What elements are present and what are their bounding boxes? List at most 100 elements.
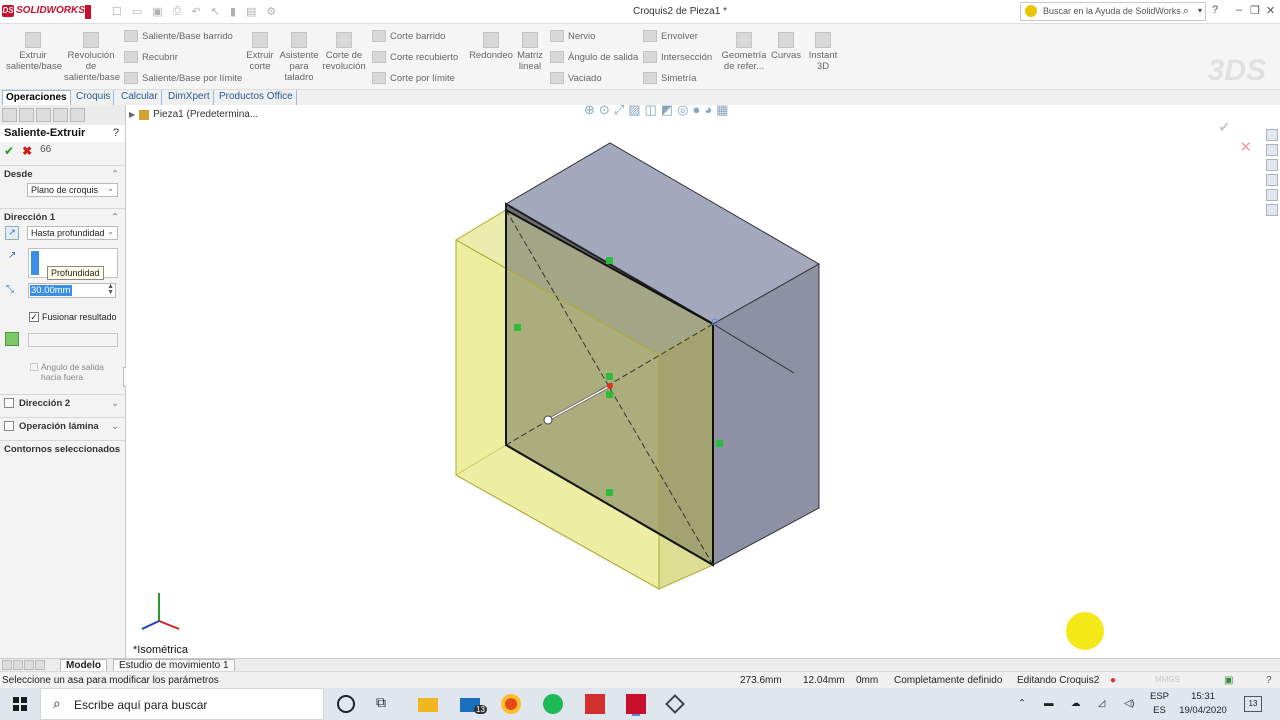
spotify-icon[interactable]: [543, 694, 563, 714]
volume-icon[interactable]: ◁): [1124, 697, 1134, 711]
save-icon[interactable]: ▣: [152, 5, 162, 18]
taskbar-search-box[interactable]: ⌕ Escribe aquí para buscar: [40, 688, 324, 720]
loft-button[interactable]: Recubrir: [124, 51, 178, 63]
boundary-cut-button[interactable]: Corte por límite: [372, 72, 455, 84]
last-tab-icon[interactable]: [35, 660, 45, 670]
thin-feature-checkbox[interactable]: [4, 421, 14, 432]
section-from[interactable]: Desde ⌃: [0, 165, 125, 183]
solidworks-taskbar-icon[interactable]: [626, 694, 646, 714]
tab-operaciones[interactable]: Operaciones: [2, 90, 71, 105]
tab-croquis[interactable]: Croquis: [73, 90, 115, 105]
select-icon[interactable]: ↖: [211, 5, 220, 18]
task-view-icon[interactable]: ⧉: [376, 694, 396, 714]
status-help-icon[interactable]: ?: [1266, 675, 1272, 686]
network-icon[interactable]: ◿: [1098, 697, 1105, 711]
expand-chevron-icon[interactable]: ⌄: [111, 421, 119, 432]
ok-check-icon[interactable]: ✔: [4, 144, 14, 158]
rebuild-indicator-icon[interactable]: ●: [1110, 675, 1116, 686]
tab-dimxpert[interactable]: DimXpert: [165, 90, 214, 105]
from-select[interactable]: Plano de croquis ⌄: [27, 183, 118, 197]
section-direction1[interactable]: Dirección 1 ⌃: [0, 208, 125, 226]
spin-arrows-icon[interactable]: ▲ ▼: [107, 283, 114, 296]
start-button[interactable]: [0, 688, 40, 720]
expand-chevron-icon[interactable]: ⌄: [111, 398, 119, 409]
tab-productos-office[interactable]: Productos Office: [216, 90, 297, 105]
draft-outward-checkbox[interactable]: Ángulo de salida hacia fuera: [30, 362, 104, 382]
curves-button[interactable]: Curvas: [770, 32, 802, 61]
customize-status-icon[interactable]: ▣: [1224, 675, 1233, 686]
section-thin-feature[interactable]: Operación lámina ⌄: [0, 417, 125, 435]
fillet-button[interactable]: Redondeo: [468, 32, 514, 61]
file-properties-icon[interactable]: ▤: [246, 5, 256, 18]
extrude-boss-button[interactable]: Extruir saliente/base: [6, 32, 62, 72]
draft-angle-input[interactable]: [28, 333, 118, 347]
show-hidden-icons-icon[interactable]: ⌃: [1018, 697, 1026, 711]
first-tab-icon[interactable]: [2, 660, 12, 670]
swept-cut-button[interactable]: Corte barrido: [372, 30, 445, 42]
linear-pattern-button[interactable]: Matriz lineal: [516, 32, 544, 72]
clock[interactable]: 15:31 19/04/2020: [1178, 690, 1228, 718]
instant3d-button[interactable]: Instant 3D: [806, 32, 840, 72]
hole-wizard-button[interactable]: Asistente para taladro: [279, 32, 319, 83]
extrude-cut-button[interactable]: Extruir corte: [244, 32, 276, 72]
swept-boss-button[interactable]: Saliente/Base barrido: [124, 30, 233, 42]
section-direction2[interactable]: Dirección 2 ⌄: [0, 394, 125, 412]
configuration-manager-tab-icon[interactable]: [36, 108, 51, 122]
open-icon[interactable]: ▭: [132, 5, 142, 18]
rib-button[interactable]: Nervio: [550, 30, 595, 42]
intersect-button[interactable]: Intersección: [643, 51, 712, 63]
notifications-icon[interactable]: 13: [1244, 696, 1262, 712]
chrome-icon[interactable]: [501, 694, 521, 714]
battery-icon[interactable]: ▬: [1044, 697, 1054, 711]
drag-handle[interactable]: [543, 415, 553, 425]
cortana-icon[interactable]: [337, 695, 355, 713]
help-search-input[interactable]: Buscar en la Ayuda de SolidWorks ⌕ ▾: [1020, 2, 1206, 21]
tab-calcular[interactable]: Calcular: [118, 90, 162, 105]
wrap-button[interactable]: Envolver: [643, 30, 698, 42]
mirror-button[interactable]: Simetría: [643, 72, 696, 84]
display-manager-tab-icon[interactable]: [70, 108, 85, 122]
model-viewport[interactable]: [126, 105, 1280, 658]
menu-expand-arrow[interactable]: [85, 5, 91, 19]
reverse-direction-icon[interactable]: ↗: [5, 226, 19, 240]
help-icon[interactable]: ?: [1212, 4, 1218, 16]
cancel-x-icon[interactable]: ✖: [22, 144, 32, 158]
dimxpert-manager-tab-icon[interactable]: [53, 108, 68, 122]
direction2-checkbox[interactable]: [4, 398, 14, 409]
draft-button[interactable]: Ángulo de salida: [550, 51, 638, 63]
rebuild-icon[interactable]: ▮: [230, 5, 236, 18]
detailed-preview-icon[interactable]: 66: [40, 144, 51, 158]
onedrive-icon[interactable]: ☁: [1071, 697, 1081, 711]
language-indicator[interactable]: ESP ES: [1150, 690, 1169, 718]
revolve-boss-button[interactable]: Revolución de saliente/base: [64, 32, 120, 83]
search-icon[interactable]: ⌕: [1183, 5, 1189, 18]
depth-input[interactable]: 30.00mm ▲ ▼: [28, 283, 116, 298]
checkbox-checked-icon[interactable]: ✓: [29, 312, 39, 322]
restore-icon[interactable]: ❐: [1250, 4, 1260, 17]
undo-icon[interactable]: ↶: [192, 5, 201, 18]
file-explorer-icon[interactable]: [418, 698, 438, 712]
end-condition-select[interactable]: Hasta profundidad ⌄: [27, 226, 118, 240]
section-selected-contours[interactable]: Contornos seleccionados ⌄: [0, 440, 125, 458]
shell-button[interactable]: Vaciado: [550, 72, 602, 84]
draft-on-off-icon[interactable]: [5, 332, 19, 346]
minimize-icon[interactable]: –: [1236, 4, 1242, 16]
acrobat-icon[interactable]: [585, 694, 605, 714]
next-tab-icon[interactable]: [24, 660, 34, 670]
graphics-area[interactable]: ▶ Pieza1 (Predetermina... ⊕ ⊙ ⤢ ▨ ◫ ◩ ◎ …: [126, 105, 1280, 658]
chevron-down-icon[interactable]: ▾: [1198, 6, 1202, 15]
revolve-cut-button[interactable]: Corte de revolución: [322, 32, 366, 72]
app-icon[interactable]: [665, 694, 685, 714]
unit-system[interactable]: MMGS: [1155, 675, 1180, 684]
new-icon[interactable]: ☐: [112, 5, 122, 18]
feature-manager-tab-icon[interactable]: [2, 108, 17, 122]
collapse-chevron-icon[interactable]: ⌃: [111, 212, 119, 223]
reference-geometry-button[interactable]: Geometría de refer...: [720, 32, 768, 72]
print-icon[interactable]: ⎙: [173, 5, 182, 18]
collapse-chevron-icon[interactable]: ⌃: [111, 169, 119, 180]
options-icon[interactable]: ⚙: [266, 5, 276, 18]
prev-tab-icon[interactable]: [13, 660, 23, 670]
boundary-boss-button[interactable]: Saliente/Base por límite: [124, 72, 242, 84]
merge-result-checkbox[interactable]: ✓ Fusionar resultado: [29, 312, 117, 322]
expand-chevron-icon[interactable]: ⌄: [111, 444, 119, 455]
